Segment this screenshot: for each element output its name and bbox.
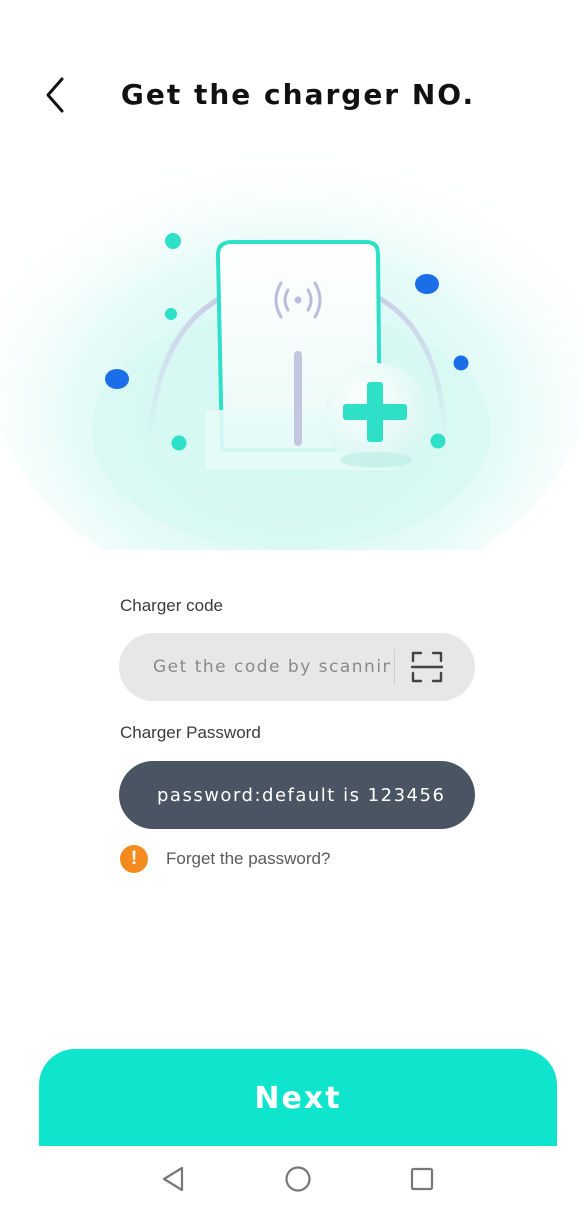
forget-password-link[interactable]: ! Forget the password? [120,845,330,873]
square-recent-icon [410,1167,434,1191]
page-title: Get the charger NO. [120,78,476,111]
circle-home-icon [285,1166,311,1192]
dot [171,435,187,451]
scan-icon [410,651,444,683]
dot [430,433,446,449]
charger-password-input[interactable] [157,775,457,815]
dot [165,308,177,320]
add-charger-screen: Get the charger NO. Charger code Get the… [0,0,582,1209]
warning-icon: ! [120,845,148,873]
nav-home-button[interactable] [283,1164,313,1194]
plus-bubble-shadow [340,452,412,468]
charger-code-input[interactable] [153,647,390,687]
charger-password-field [119,761,475,829]
next-button-label: Next [254,1081,342,1116]
charger-add-illustration [0,140,582,550]
dot [453,355,469,371]
system-nav-bar [0,1146,582,1209]
dot [105,369,129,389]
next-button[interactable]: Next [39,1049,557,1149]
scan-button[interactable] [409,649,445,685]
forget-password-text: Forget the password? [166,849,331,868]
nav-recent-button[interactable] [407,1164,437,1194]
charger-code-field [119,633,475,701]
scan-divider [394,649,395,685]
dot [415,274,439,294]
charger-password-label: Charger Password [120,723,261,742]
nav-back-button[interactable] [158,1164,188,1194]
dot [165,233,181,249]
charger-code-label: Charger code [120,596,224,615]
triangle-back-icon [162,1166,184,1192]
